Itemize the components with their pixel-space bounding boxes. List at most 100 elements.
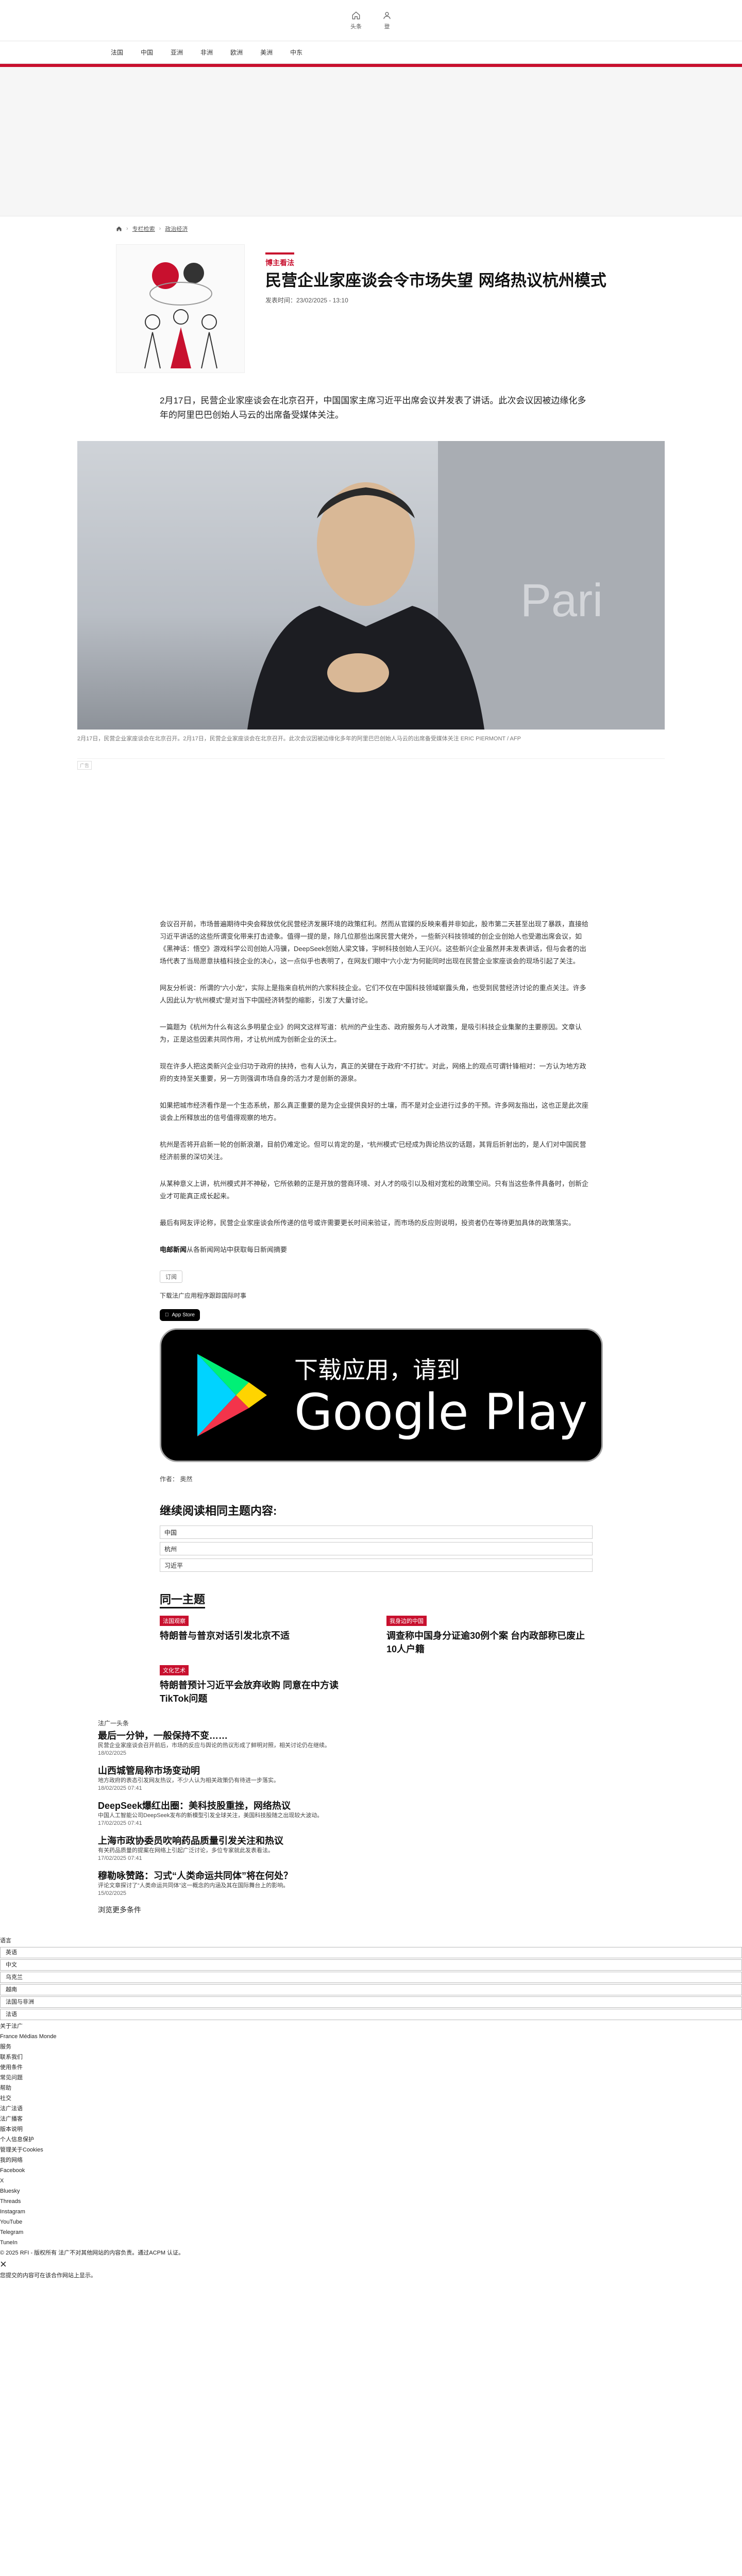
newsletter-label[interactable]: 电邮新闻	[160, 1246, 187, 1253]
footer-item: 帮助	[0, 2085, 11, 2092]
article-header: 博主看法 民营企业家座谈会令市场失望 网络热议杭州模式 发表时间：23/02/2…	[116, 241, 626, 373]
copyright: © 2025 RFI - 版权所有 法广不对其他网站的内容负责。通过ACPM 认…	[0, 2250, 184, 2257]
footer-item: 我的网络	[0, 2157, 23, 2164]
paragraph: 如果把城市经济看作是一个生态系统，那么真正重要的是为企业提供良好的土壤，而不是对…	[160, 1101, 589, 1122]
article-kicker[interactable]: 博主看法	[265, 252, 294, 268]
feed-item-desc: 中国人工智能公司DeepSeek发布的新模型引发全球关注，美国科技股随之出现较大…	[98, 1812, 323, 1820]
footer-item: 服务	[0, 2044, 11, 2051]
footer-link[interactable]: 常见问题	[0, 2073, 742, 2083]
google-play-button[interactable]: 下载应用，请到 Google Play	[160, 1328, 603, 1462]
language-option[interactable]: 中文	[0, 1959, 742, 1971]
feed-item[interactable]: DeepSeek爆红出圈：美科技股重挫，网络热议 中国人工智能公司DeepSee…	[98, 1800, 696, 1827]
more-button[interactable]: 浏览更多条件	[98, 1905, 696, 1915]
language-option[interactable]: 乌克兰	[0, 1972, 742, 1983]
footer-link[interactable]: 个人信息保护	[0, 2134, 742, 2145]
topic-tag: 文化艺术	[160, 1665, 189, 1675]
social-link[interactable]: Telegram	[0, 2227, 742, 2238]
feed-item-title[interactable]: 上海市政协委员吹响药品质量引发关注和热议	[98, 1835, 696, 1847]
home-label: 头条	[350, 23, 362, 30]
feed-item-title[interactable]: 穆勒咏赞路：习式“人类命运共同体”将在何处？	[98, 1870, 696, 1882]
feed-item[interactable]: 上海市政协委员吹响药品质量引发关注和热议 有关药品质量的提案在网络上引起广泛讨论…	[98, 1835, 696, 1862]
footnote: 您提交的内容可在该合作网站上显示。	[0, 2273, 96, 2280]
app-store-label: App Store	[168, 1312, 195, 1319]
same-topic-title: 同一主题	[160, 1590, 206, 1608]
feed-item-date: 15/02/2025	[98, 1890, 127, 1897]
paragraph: 现在许多人把这类新兴企业归功于政府的扶持，也有人认为，真正的关键在于政府“不打扰…	[160, 1062, 586, 1082]
account-label: 登	[384, 23, 390, 30]
same-topic-section: 同一主题 法国观察 特朗普与普京对话引发北京不适 我身边的中国 调查称中国身分证…	[149, 1590, 593, 1705]
nav-item[interactable]: 中国	[141, 48, 153, 57]
footer-link[interactable]: 管理关于Cookies	[0, 2145, 742, 2155]
apple-icon: 	[165, 1312, 169, 1318]
home-icon[interactable]	[116, 226, 122, 232]
paragraph: 网友分析说：所谓的“六小龙”，实际上是指来自杭州的六家科技企业。它们不仅在中国科…	[160, 984, 586, 1004]
social-link[interactable]: TuneIn	[0, 2238, 742, 2248]
nav-item[interactable]: 法国	[111, 48, 123, 57]
social-link[interactable]: YouTube	[0, 2217, 742, 2227]
article-author: 作者： 奥然	[160, 1476, 193, 1484]
topic-card-title: 特朗普与普京对话引发北京不适	[160, 1631, 290, 1642]
topic-card-title: 特朗普预计习近平会放弃收购 同意在中方读TikTok问题	[160, 1680, 339, 1705]
footer-link[interactable]: 法广法语	[0, 2104, 742, 2114]
feed-item[interactable]: 穆勒咏赞路：习式“人类命运共同体”将在何处？ 评论文章探讨了“人类命运共同体”这…	[98, 1870, 696, 1897]
feed-item-desc: 评论文章探讨了“人类命运共同体”这一概念的内涵及其在国际舞台上的影响。	[98, 1883, 289, 1890]
social-link[interactable]: X	[0, 2176, 742, 2186]
paragraph: 从某种意义上讲，杭州模式并不神秘，它所依赖的正是开放的营商环境、对人才的吸引以及…	[160, 1180, 589, 1200]
feed-item-date: 18/02/2025	[98, 1750, 127, 1757]
topic-card[interactable]: 我身边的中国 调查称中国身分证逾30例个案 台内政部称已废止10人户籍	[386, 1616, 593, 1656]
social-link[interactable]: Threads	[0, 2196, 742, 2207]
newsletter-text: 从各新闻网站中获取每日新闻摘要	[187, 1246, 288, 1253]
feed-item-date: 18/02/2025 07:41	[98, 1785, 142, 1792]
footer-link[interactable]: 关于法广	[0, 2021, 742, 2031]
footer-link[interactable]: 法广播客	[0, 2114, 742, 2124]
topic-tag: 法国观察	[160, 1616, 189, 1626]
feed-item-desc: 有关药品质量的提案在网络上引起广泛讨论，多位专家就此发表看法。	[98, 1848, 274, 1855]
home-button[interactable]: 头条	[350, 11, 362, 30]
nav-item[interactable]: 美洲	[260, 48, 273, 57]
breadcrumb-section[interactable]: 政治经济	[165, 225, 188, 233]
social-link[interactable]: Facebook	[0, 2165, 742, 2176]
language-option[interactable]: 法语	[0, 2009, 742, 2020]
feed-item-date: 17/02/2025 07:41	[98, 1820, 142, 1827]
top-bar: 头条 登	[0, 0, 742, 41]
topic-card[interactable]: 文化艺术 特朗普预计习近平会放弃收购 同意在中方读TikTok问题	[160, 1665, 366, 1705]
topic-link[interactable]: 习近平	[160, 1558, 593, 1572]
feed-item-title[interactable]: DeepSeek爆红出圈：美科技股重挫，网络热议	[98, 1800, 696, 1812]
feed-item[interactable]: 最后一分钟，一般保持不变…… 民营企业家座谈会召开前后，市场的反应与舆论的热议形…	[98, 1730, 696, 1757]
language-option[interactable]: 越南	[0, 1984, 742, 1995]
photo-caption: 2月17日，民营企业家座谈会在北京召开。2月17日，民营企业家座谈会在北京召开。…	[77, 736, 521, 742]
nav-item[interactable]: 亚洲	[171, 48, 183, 57]
language-option[interactable]: 法国与非洲	[0, 1996, 742, 2008]
nav-item[interactable]: 非洲	[200, 48, 213, 57]
paragraph: 会议召开前，市场普遍期待中央会释放优化民营经济发展环境的政策红利。然而从官媒的反…	[160, 920, 589, 965]
nav-item[interactable]: 中东	[290, 48, 302, 57]
paragraph: 最后有网友评论称，民营企业家座谈会所传递的信号或许需要更长时间来验证，而市场的反…	[160, 1219, 576, 1227]
google-play-icon	[197, 1354, 267, 1436]
subscribe-button[interactable]: 订阅	[160, 1270, 182, 1283]
news-feed: 法广一头条 最后一分钟，一般保持不变…… 民营企业家座谈会召开前后，市场的反应与…	[98, 1719, 696, 1915]
account-button[interactable]: 登	[382, 11, 392, 30]
topic-card[interactable]: 法国观察 特朗普与普京对话引发北京不适	[160, 1616, 366, 1656]
social-link[interactable]: Bluesky	[0, 2186, 742, 2196]
topic-link[interactable]: 杭州	[160, 1542, 593, 1555]
app-store-button[interactable]:  App Store	[160, 1309, 200, 1321]
topic-link[interactable]: 中国	[160, 1526, 593, 1539]
feed-item-title[interactable]: 山西城管局称市场变动明	[98, 1765, 696, 1777]
google-play-small: 下载应用，请到	[294, 1357, 460, 1384]
footer-link[interactable]: France Médias Monde	[0, 2031, 742, 2042]
nav-item[interactable]: 欧洲	[230, 48, 243, 57]
footer-link[interactable]: 使用条件	[0, 2062, 742, 2073]
user-icon	[383, 11, 391, 19]
ad-label: 广告	[77, 761, 92, 770]
close-icon[interactable]: ×	[0, 2258, 742, 2270]
feed-item-title[interactable]: 最后一分钟，一般保持不变……	[98, 1730, 696, 1742]
social-link[interactable]: Instagram	[0, 2207, 742, 2217]
paragraph: 杭州是否将开启新一轮的创新浪潮，目前仍难定论。但可以肯定的是，“杭州模式”已经成…	[160, 1141, 586, 1161]
article-photo: Pari	[77, 441, 665, 730]
feed-item[interactable]: 山西城管局称市场变动明 地方政府的表态引发网友热议，不少人认为相关政策仍有待进一…	[98, 1765, 696, 1792]
footer-link[interactable]: 联系我们	[0, 2052, 742, 2062]
breadcrumb-home[interactable]: 专栏检索	[132, 225, 155, 233]
article-lede: 2月17日，民营企业家座谈会在北京召开，中国国家主席习近平出席会议并发表了讲话。…	[160, 396, 586, 420]
separator-icon: ›	[126, 226, 128, 232]
language-option[interactable]: 英语	[0, 1947, 742, 1958]
